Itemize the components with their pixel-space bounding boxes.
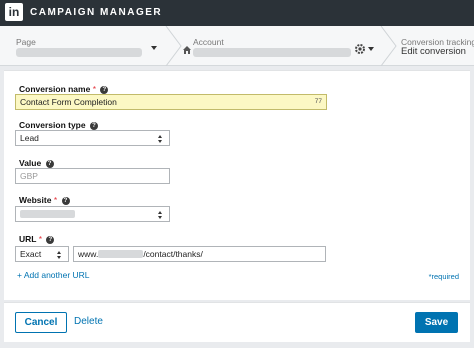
- breadcrumb-separator-icon: [165, 26, 182, 66]
- help-icon[interactable]: ?: [89, 122, 98, 130]
- conversion-name-value: Contact Form Completion: [20, 97, 117, 107]
- required-mark: *: [92, 84, 97, 94]
- select-arrows-icon: [158, 211, 163, 219]
- conversion-type-value: Lead: [20, 133, 39, 143]
- add-another-url-link[interactable]: + Add another URL: [17, 270, 90, 280]
- url-input[interactable]: www. /contact/thanks/: [73, 246, 326, 262]
- value-label: Value ?: [19, 158, 54, 168]
- conversion-type-label-text: Conversion type: [19, 120, 86, 130]
- chevron-down-icon: [151, 46, 157, 50]
- url-match-value: Exact: [20, 249, 42, 259]
- website-select[interactable]: [15, 206, 170, 222]
- form-footer: Cancel Delete Save: [4, 302, 470, 342]
- url-suffix: /contact/thanks/: [143, 249, 203, 259]
- breadcrumb-account-value-redacted: [193, 48, 351, 57]
- conversion-type-select[interactable]: Lead: [15, 130, 170, 146]
- breadcrumb-page[interactable]: Page: [0, 26, 165, 66]
- conversion-name-label: Conversion name * ?: [19, 84, 109, 94]
- top-bar: in CAMPAIGN MANAGER: [0, 0, 474, 26]
- help-icon[interactable]: ?: [100, 86, 109, 94]
- breadcrumb-conversion-value: Edit conversion: [401, 46, 466, 57]
- linkedin-logo-icon[interactable]: in: [5, 3, 23, 21]
- breadcrumb-page-label: Page: [16, 37, 36, 47]
- save-button[interactable]: Save: [415, 312, 458, 333]
- url-domain-redacted: [98, 250, 144, 258]
- select-arrows-icon: [158, 135, 163, 143]
- conversion-name-label-text: Conversion name: [19, 84, 91, 94]
- required-mark: *: [38, 234, 43, 244]
- value-input[interactable]: GBP: [15, 168, 170, 184]
- required-note: *required: [428, 272, 459, 281]
- url-label: URL * ?: [19, 234, 55, 244]
- cancel-button[interactable]: Cancel: [15, 312, 67, 333]
- help-icon[interactable]: ?: [46, 236, 55, 244]
- breadcrumb-separator-icon: [380, 26, 397, 66]
- select-arrows-icon: [57, 251, 62, 259]
- url-match-select[interactable]: Exact: [15, 246, 69, 262]
- app-title: CAMPAIGN MANAGER: [30, 7, 163, 18]
- conversion-form: Conversion name * ? Contact Form Complet…: [4, 70, 470, 300]
- breadcrumb-conversion: Conversion tracking Edit conversion: [399, 26, 474, 66]
- website-label-text: Website: [19, 195, 52, 205]
- required-mark: *: [53, 195, 58, 205]
- breadcrumb-page-value-redacted: [16, 48, 142, 57]
- help-icon[interactable]: ?: [45, 160, 54, 168]
- conversion-name-input[interactable]: Contact Form Completion 77: [15, 94, 327, 110]
- website-value-redacted: [20, 210, 75, 218]
- value-placeholder: GBP: [20, 171, 38, 181]
- url-label-text: URL: [19, 234, 37, 244]
- value-label-text: Value: [19, 158, 42, 168]
- website-label: Website * ?: [19, 195, 70, 205]
- conversion-type-label: Conversion type ?: [19, 120, 98, 130]
- delete-button[interactable]: Delete: [74, 316, 103, 327]
- help-icon[interactable]: ?: [61, 197, 70, 205]
- url-prefix: www.: [78, 249, 99, 259]
- home-icon: [183, 46, 191, 54]
- gear-icon[interactable]: [354, 43, 366, 55]
- chevron-down-icon: [368, 47, 374, 51]
- breadcrumb-account[interactable]: Account: [183, 26, 378, 66]
- char-counter: 77: [314, 98, 322, 105]
- breadcrumb-account-label: Account: [193, 37, 224, 47]
- breadcrumb: Page Account Conversion tracking Edit co…: [0, 26, 474, 66]
